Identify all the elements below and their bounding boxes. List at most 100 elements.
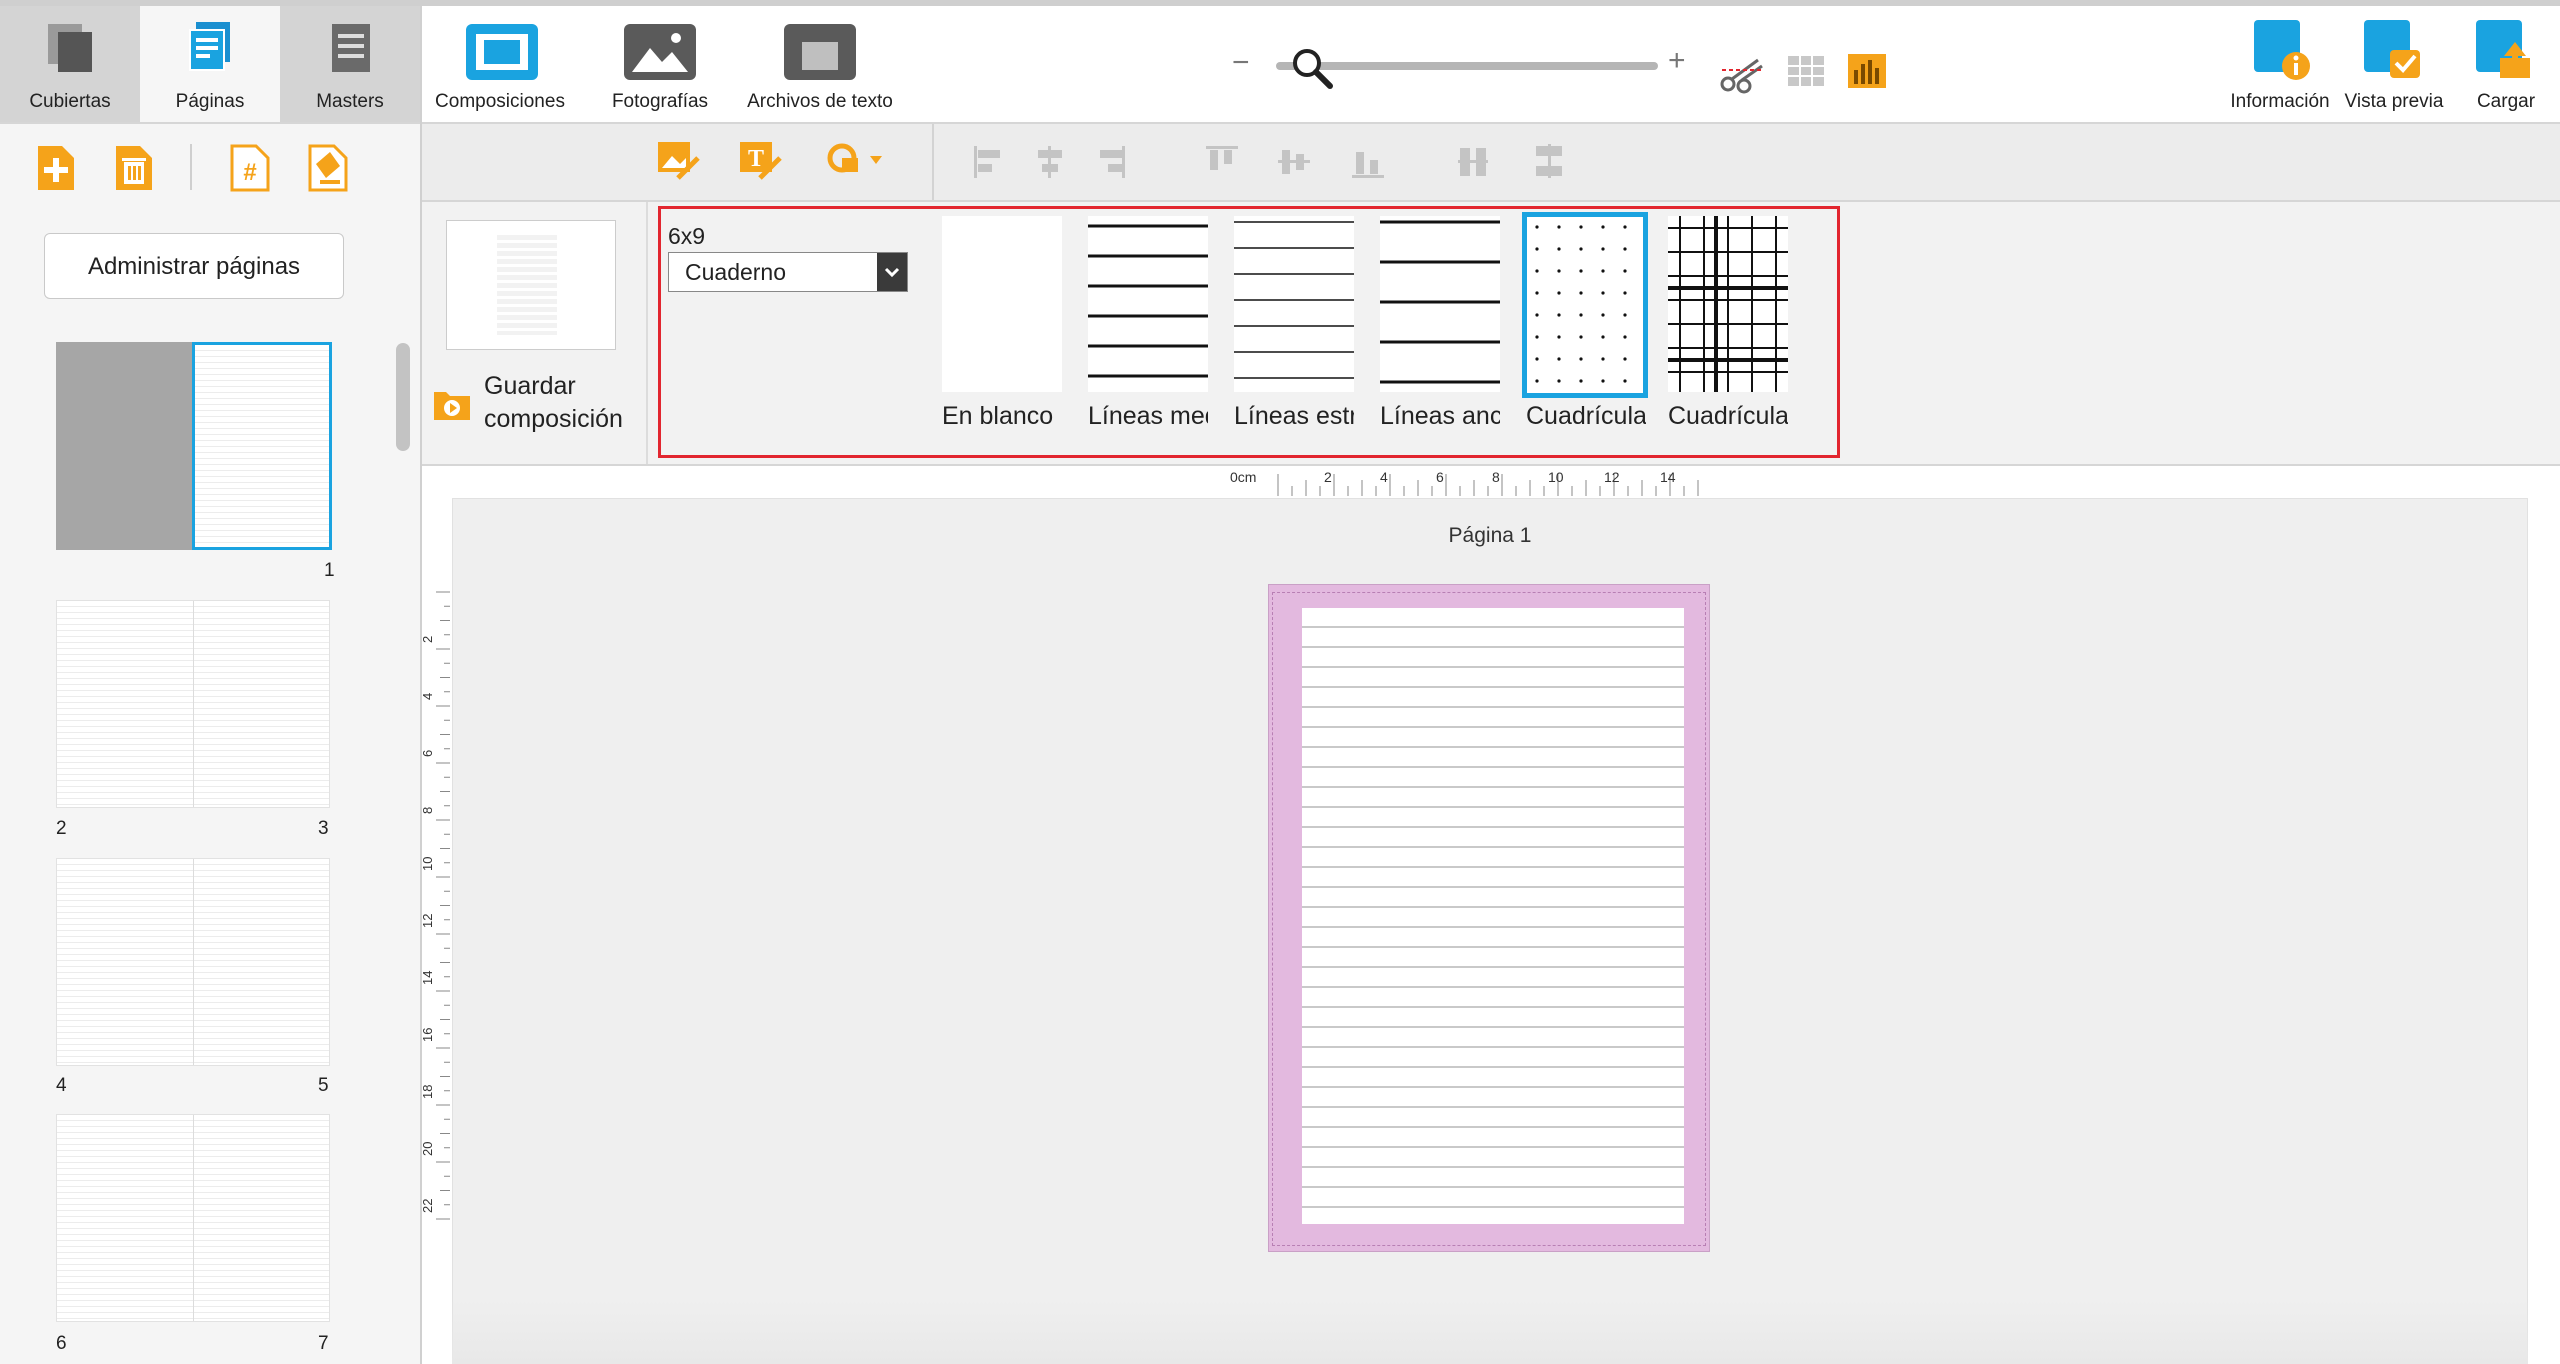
workspace-bottom: [452, 1300, 2528, 1364]
ruler-tick-label: 16: [420, 1028, 435, 1042]
ruler-tick-label: 10: [1548, 469, 1564, 485]
pages-icon: [189, 22, 230, 71]
tab-covers[interactable]: Cubiertas: [0, 6, 140, 122]
page-number-2: 2: [56, 818, 67, 839]
info-icon: [2254, 20, 2310, 80]
scissors-icon[interactable]: [1718, 52, 1766, 94]
photos-icon: [624, 24, 696, 80]
chart-icon[interactable]: [1846, 52, 1888, 90]
page-thumb-spread-2-3[interactable]: [56, 600, 330, 808]
info-label: Información: [2230, 91, 2330, 112]
tab-masters[interactable]: Masters: [280, 6, 420, 122]
page-number-5: 5: [318, 1075, 329, 1096]
template-narrow-lines[interactable]: [1234, 216, 1354, 392]
photos-button[interactable]: Fotografías: [594, 6, 726, 122]
ruler-tick-label: 10: [420, 857, 435, 871]
zoom-magnifier-icon[interactable]: [1290, 46, 1334, 90]
edit-text-icon[interactable]: T: [738, 138, 784, 182]
ruler-tick-label: 14: [420, 971, 435, 985]
tab-masters-label: Masters: [316, 91, 384, 112]
manage-pages-button[interactable]: Administrar páginas: [44, 233, 344, 299]
ruler-tick-label: 6: [1436, 469, 1444, 485]
text-files-label: Archivos de texto: [747, 91, 893, 112]
ruler-tick-label: 8: [1492, 469, 1500, 485]
template-wide-lines[interactable]: [1380, 216, 1500, 392]
ruler-tick-label: 22: [420, 1199, 435, 1213]
grid-icon[interactable]: [1786, 54, 1826, 88]
page-title: Página 1: [1448, 524, 1532, 547]
info-button[interactable]: Información: [2228, 6, 2332, 122]
main-toolbar: Cubiertas Páginas Masters Composiciones: [0, 6, 2560, 124]
save-folder-icon[interactable]: [432, 386, 472, 422]
tab-pages-label: Páginas: [175, 91, 245, 112]
page-number-icon[interactable]: #: [228, 142, 272, 194]
ruler-tick-label: 14: [1660, 469, 1676, 485]
text-files-button[interactable]: Archivos de texto: [734, 6, 906, 122]
covers-icon: [48, 24, 92, 72]
layouts-icon: [466, 24, 538, 80]
ruler-tick-label: 8: [420, 807, 435, 814]
template-blank[interactable]: [942, 216, 1062, 392]
ruler-tick-label: 4: [1380, 469, 1388, 485]
ruler-tick-label: 12: [1604, 469, 1620, 485]
layout-category-select[interactable]: Cuaderno: [668, 252, 908, 292]
preview-button[interactable]: Vista previa: [2340, 6, 2448, 122]
ruler-top: 0cm 2 4 6 8 10 12 14: [1230, 466, 1727, 496]
ruler-unit-label: 0cm: [1230, 469, 1256, 485]
page-number-3: 3: [318, 818, 329, 839]
alignment-tools: [974, 144, 1562, 178]
page-number-6: 6: [56, 1333, 67, 1354]
tab-pages[interactable]: Páginas: [140, 6, 280, 122]
layout-category-value: Cuaderno: [685, 259, 787, 285]
page-thumb-inside-cover[interactable]: [56, 342, 194, 550]
template-dot-grid-label: Cuadrícula de puntos: [1526, 402, 1646, 430]
template-narrow-lines-label: Líneas estrechas: [1234, 402, 1354, 430]
sidebar-scrollbar[interactable]: [396, 343, 410, 451]
page-thumb-1[interactable]: [192, 342, 332, 550]
panel-divider: [646, 202, 648, 464]
preview-icon: [2364, 20, 2420, 78]
svg-text:#: #: [243, 159, 256, 186]
template-grid[interactable]: [1668, 216, 1788, 392]
ruler-tick-label: 2: [1324, 469, 1332, 485]
page-number-7: 7: [318, 1333, 329, 1354]
delete-page-icon[interactable]: [112, 142, 156, 194]
masters-icon: [332, 24, 370, 72]
zoom-in-button[interactable]: +: [1668, 44, 1686, 78]
shapes-dropdown-icon[interactable]: [826, 140, 890, 180]
page-trim-guide: [1272, 592, 1706, 1246]
zoom-out-button[interactable]: −: [1232, 46, 1250, 80]
page-number-1: 1: [324, 560, 335, 581]
ruler-tick-label: 12: [420, 914, 435, 928]
ruler-tick-label: 6: [420, 750, 435, 757]
page-size-label: 6x9: [668, 223, 706, 249]
layouts-button[interactable]: Composiciones: [422, 6, 578, 122]
template-blank-label: En blanco: [942, 402, 1054, 430]
page-background-icon[interactable]: [306, 142, 350, 194]
save-layout-preview[interactable]: [446, 220, 616, 350]
toolbar-divider: [932, 124, 934, 200]
toolbar-divider: [190, 144, 192, 190]
ruler-tick-label: 20: [420, 1142, 435, 1156]
template-medium-lines-label: Líneas medianas: [1088, 402, 1208, 430]
upload-button[interactable]: Cargar: [2460, 6, 2552, 122]
edit-image-icon[interactable]: [656, 138, 702, 182]
chevron-down-icon: [877, 253, 907, 291]
page-thumb-spread-4-5[interactable]: [56, 858, 330, 1066]
save-layout-button[interactable]: Guardar composición: [484, 370, 644, 436]
photos-label: Fotografías: [611, 91, 709, 112]
text-files-icon: [784, 24, 856, 80]
layouts-label: Composiciones: [435, 91, 565, 112]
svg-text:T: T: [748, 146, 764, 172]
tab-covers-label: Cubiertas: [29, 91, 111, 112]
ruler-tick-label: 18: [420, 1085, 435, 1099]
ruler-left: 2 4 6 8 10 12 14 16 18 20 22: [418, 586, 450, 1236]
page-thumb-spread-6-7[interactable]: [56, 1114, 330, 1322]
template-medium-lines[interactable]: [1088, 216, 1208, 392]
template-grid-label: Cuadrícula: [1668, 402, 1788, 430]
template-dot-grid[interactable]: [1522, 212, 1648, 398]
page-number-4: 4: [56, 1075, 67, 1096]
add-page-icon[interactable]: [34, 142, 78, 194]
template-wide-lines-label: Líneas anchas: [1380, 402, 1500, 430]
upload-label: Cargar: [2476, 91, 2536, 112]
